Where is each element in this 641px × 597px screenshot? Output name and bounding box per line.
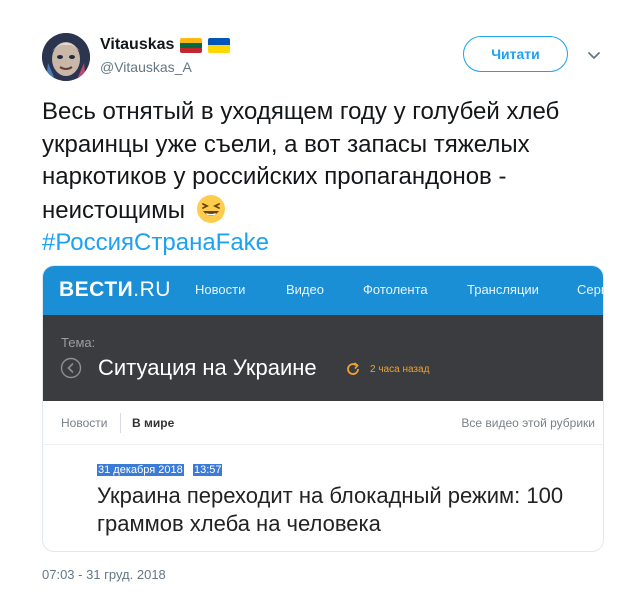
tweet-body: Весь отнятый в уходящем году у голубей х… xyxy=(42,98,560,224)
article-date: 31 декабря 2018 xyxy=(97,464,184,476)
nav-item-news[interactable]: Новости xyxy=(195,282,245,297)
article-title[interactable]: Украина переходит на блокадный режим: 10… xyxy=(97,482,597,538)
author-display-name[interactable]: Vitauskas xyxy=(100,36,174,54)
nav-item-broadcasts[interactable]: Трансляции xyxy=(467,282,539,297)
vesti-nav-bar: ВЕСТИ.RU Новости Видео Фотолента Трансля… xyxy=(43,266,603,315)
article-time: 13:57 xyxy=(192,464,223,476)
avatar[interactable] xyxy=(42,33,90,81)
nav-item-photo[interactable]: Фотолента xyxy=(363,282,428,297)
tweet-timestamp[interactable]: 07:03 - 31 груд. 2018 xyxy=(42,567,166,582)
nav-item-video[interactable]: Видео xyxy=(286,282,324,297)
link-preview-card[interactable]: ВЕСТИ.RU Новости Видео Фотолента Трансля… xyxy=(42,265,604,552)
subnav-divider xyxy=(120,413,121,433)
topic-title[interactable]: Ситуация на Украине xyxy=(98,355,317,381)
sub-navigation: Новости В мире Все видео этой рубрики xyxy=(43,401,603,445)
author-name-row: Vitauskas xyxy=(100,36,231,54)
vesti-logo[interactable]: ВЕСТИ.RU xyxy=(59,278,171,302)
article-meta: 31 декабря 2018 13:57 xyxy=(97,464,223,476)
subnav-world[interactable]: В мире xyxy=(132,416,174,430)
ukraine-flag-icon xyxy=(208,37,231,53)
back-arrow-icon[interactable] xyxy=(60,357,82,379)
follow-button[interactable]: Читати xyxy=(463,36,568,72)
topic-banner: Тема: Ситуация на Украине 2 часа назад xyxy=(43,315,603,401)
subnav-all-videos[interactable]: Все видео этой рубрики xyxy=(461,416,595,430)
topic-time: 2 часа назад xyxy=(370,364,430,375)
subnav-news[interactable]: Новости xyxy=(61,416,107,430)
author-handle[interactable]: @Vitauskas_A xyxy=(100,59,192,75)
refresh-icon xyxy=(347,362,359,375)
topic-label: Тема: xyxy=(61,335,96,350)
chevron-down-icon[interactable] xyxy=(585,46,603,64)
laughing-face-emoji-icon xyxy=(196,194,225,223)
hashtag-link[interactable]: #РоссияСтранаFake xyxy=(42,229,269,256)
nav-item-services[interactable]: Серв xyxy=(577,282,603,297)
tweet: Vitauskas @Vitauskas_A Читати Весь отнят… xyxy=(0,0,641,597)
vesti-logo-suffix: .RU xyxy=(133,278,171,301)
vesti-logo-main: ВЕСТИ xyxy=(59,278,134,301)
lithuania-flag-icon xyxy=(180,37,203,53)
tweet-text: Весь отнятый в уходящем году у голубей х… xyxy=(42,96,602,260)
